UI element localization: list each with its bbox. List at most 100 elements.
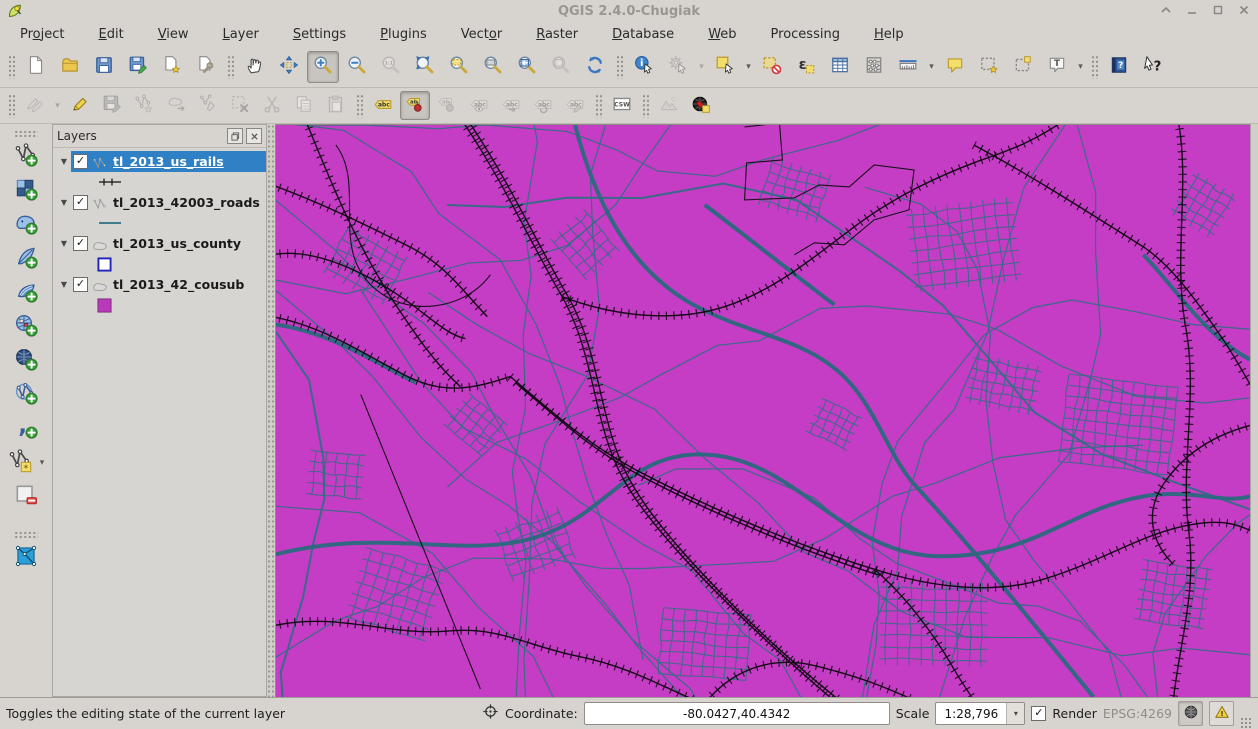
menu-layer[interactable]: Layer: [223, 27, 259, 42]
float-panel-button[interactable]: [227, 128, 243, 144]
label-pin-button[interactable]: ab: [400, 91, 430, 120]
add-wcs-layer-button[interactable]: [10, 345, 42, 377]
add-mssql-layer-button[interactable]: [10, 277, 42, 309]
panel-splitter[interactable]: [267, 124, 275, 697]
open-attribute-table-button[interactable]: [824, 51, 856, 83]
window-close-button[interactable]: [1236, 2, 1252, 18]
toolbar-handle[interactable]: [642, 93, 649, 118]
menu-processing[interactable]: Processing: [771, 27, 840, 42]
measure-line-dropdown[interactable]: ▾: [925, 62, 938, 72]
log-messages-button[interactable]: !: [1209, 701, 1234, 726]
new-project-button[interactable]: [20, 51, 52, 83]
toolbar-handle[interactable]: [595, 93, 602, 118]
toolbar-handle[interactable]: [14, 531, 38, 538]
add-delimited-text-layer-button[interactable]: ,: [10, 412, 42, 445]
add-postgis-layer-button[interactable]: [10, 209, 42, 241]
mouse-position-icon[interactable]: [482, 703, 499, 724]
crs-status-button[interactable]: [1178, 701, 1203, 726]
expand-arrow-icon[interactable]: ▼: [57, 280, 71, 289]
pan-map-button[interactable]: [239, 51, 271, 83]
layer-item-tl_2013_42003_roads[interactable]: ▼ ✓ tl_2013_42003_roads: [53, 192, 266, 213]
add-wfs-layer-button[interactable]: [10, 379, 42, 411]
field-calculator-button[interactable]: [858, 51, 890, 83]
plugin-globe-button[interactable]: [686, 91, 716, 120]
whats-this-button[interactable]: ?: [1137, 51, 1169, 83]
toolbar-handle[interactable]: [14, 130, 38, 137]
layer-item-tl_2013_42_cousub[interactable]: ▼ ✓ tl_2013_42_cousub: [53, 274, 266, 295]
menu-edit[interactable]: Edit: [99, 27, 124, 42]
resize-grip[interactable]: [1240, 717, 1252, 729]
close-panel-button[interactable]: [246, 128, 262, 144]
layer-visibility-checkbox[interactable]: ✓: [73, 195, 88, 210]
scale-dropdown-arrow[interactable]: ▾: [1006, 703, 1025, 724]
add-raster-layer-button[interactable]: [10, 175, 42, 207]
menu-project[interactable]: Project: [20, 27, 65, 42]
layer-visibility-checkbox[interactable]: ✓: [73, 277, 88, 292]
expand-arrow-icon[interactable]: ▼: [57, 157, 71, 166]
composer-manager-button[interactable]: [190, 51, 222, 83]
new-print-composer-button[interactable]: [156, 51, 188, 83]
deselect-features-button[interactable]: [756, 51, 788, 83]
menu-settings[interactable]: Settings: [293, 27, 346, 42]
zoom-to-layer-button[interactable]: [477, 51, 509, 83]
layer-visibility-checkbox[interactable]: ✓: [73, 154, 88, 169]
menu-database[interactable]: Database: [612, 27, 674, 42]
text-annotation-button[interactable]: T: [1041, 51, 1073, 83]
expand-arrow-icon[interactable]: ▼: [57, 198, 71, 207]
menu-view[interactable]: View: [158, 27, 189, 42]
zoom-to-selection-button[interactable]: [443, 51, 475, 83]
zoom-out-button[interactable]: [341, 51, 373, 83]
remove-layer-button[interactable]: [10, 481, 42, 513]
menu-web[interactable]: Web: [708, 27, 736, 42]
layer-item-tl_2013_us_county[interactable]: ▼ ✓ tl_2013_us_county: [53, 233, 266, 254]
map-canvas[interactable]: [275, 124, 1250, 697]
new-shapefile-layer-dropdown[interactable]: ▾: [36, 458, 49, 468]
toggle-editing-button[interactable]: [65, 91, 95, 120]
zoom-last-button[interactable]: [511, 51, 543, 83]
measure-line-button[interactable]: [892, 51, 924, 83]
layer-labeling-options-button[interactable]: abc: [368, 91, 398, 120]
add-spatialite-layer-button[interactable]: [10, 243, 42, 275]
menu-help[interactable]: Help: [874, 27, 904, 42]
toolbar-handle[interactable]: [356, 93, 363, 118]
window-maximize-button[interactable]: [1210, 2, 1226, 18]
layer-visibility-checkbox[interactable]: ✓: [73, 236, 88, 251]
refresh-map-button[interactable]: [579, 51, 611, 83]
metasearch-csw-button[interactable]: CSW: [607, 91, 637, 120]
coordinate-input[interactable]: [583, 702, 890, 725]
select-features-button[interactable]: [709, 51, 741, 83]
select-features-dropdown[interactable]: ▾: [742, 62, 755, 72]
layer-item-tl_2013_us_rails[interactable]: ▼ ✓ tl_2013_us_rails: [53, 151, 266, 172]
current-edits-dropdown: ▾: [55, 100, 60, 111]
help-contents-button[interactable]: ?: [1103, 51, 1135, 83]
menu-raster[interactable]: Raster: [536, 27, 578, 42]
toolbar-handle[interactable]: [8, 93, 15, 118]
new-bookmark-button[interactable]: [973, 51, 1005, 83]
window-minimize-button[interactable]: [1184, 2, 1200, 18]
new-shapefile-layer-button[interactable]: ✶: [4, 447, 36, 479]
toolbar-handle[interactable]: [616, 54, 623, 79]
menu-plugins[interactable]: Plugins: [380, 27, 427, 42]
add-wms-layer-button[interactable]: [10, 311, 42, 343]
zoom-full-extent-button[interactable]: [409, 51, 441, 83]
polygon-nodes-plugin-button[interactable]: [10, 542, 42, 574]
select-by-expression-button[interactable]: ε: [790, 51, 822, 83]
add-vector-layer-button[interactable]: [10, 141, 42, 173]
show-bookmarks-button[interactable]: [1007, 51, 1039, 83]
zoom-in-button[interactable]: [307, 50, 339, 83]
scale-combobox[interactable]: 1:28,796 ▾: [935, 702, 1026, 725]
map-tips-button[interactable]: [939, 51, 971, 83]
open-project-button[interactable]: [54, 51, 86, 83]
menu-vector[interactable]: Vector: [461, 27, 502, 42]
window-shade-button[interactable]: [1158, 2, 1174, 18]
save-project-button[interactable]: [88, 51, 120, 83]
identify-features-button[interactable]: i: [628, 51, 660, 83]
expand-arrow-icon[interactable]: ▼: [57, 239, 71, 248]
toolbar-handle[interactable]: [8, 54, 15, 79]
toolbar-handle[interactable]: [1091, 54, 1098, 79]
text-annotation-dropdown[interactable]: ▾: [1074, 62, 1087, 72]
pan-to-selection-button[interactable]: [273, 51, 305, 83]
render-checkbox[interactable]: ✓: [1031, 706, 1047, 721]
toolbar-handle[interactable]: [227, 54, 234, 79]
save-project-as-button[interactable]: [122, 51, 154, 83]
